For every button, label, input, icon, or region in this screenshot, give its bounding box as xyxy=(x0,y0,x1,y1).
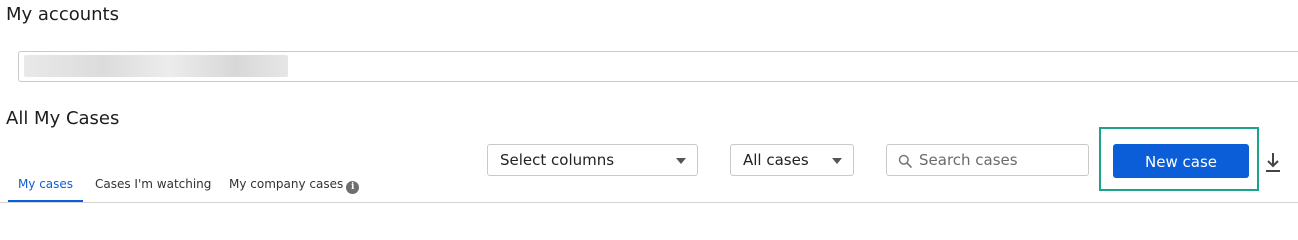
case-filter-value: All cases xyxy=(743,151,809,169)
tab-my-cases-label: My cases xyxy=(17,177,74,191)
tab-my-cases[interactable]: My cases xyxy=(8,165,83,203)
tabs-divider xyxy=(0,202,1298,203)
account-name-redacted xyxy=(24,55,288,77)
case-filter-dropdown[interactable]: All cases xyxy=(730,144,854,176)
tab-company-cases-label: My company cases xyxy=(229,177,344,191)
download-icon[interactable] xyxy=(1264,151,1282,173)
search-input[interactable] xyxy=(919,150,1079,170)
all-my-cases-title: All My Cases xyxy=(6,108,120,129)
info-icon[interactable]: i xyxy=(346,181,360,194)
chevron-down-icon xyxy=(832,158,842,164)
search-box xyxy=(886,144,1089,176)
tab-cases-watching-label: Cases I'm watching xyxy=(95,177,212,191)
search-icon xyxy=(898,154,912,168)
tab-company-cases[interactable]: My company cases i xyxy=(229,165,360,203)
chevron-down-icon xyxy=(676,158,686,164)
page: My accounts All My Cases My cases Cases … xyxy=(0,0,1298,213)
account-selector[interactable] xyxy=(18,51,1298,82)
my-accounts-title: My accounts xyxy=(6,4,119,25)
select-columns-value: Select columns xyxy=(500,151,615,169)
new-case-button[interactable]: New case xyxy=(1113,144,1249,178)
tab-cases-watching[interactable]: Cases I'm watching xyxy=(95,165,211,203)
select-columns-dropdown[interactable]: Select columns xyxy=(487,144,698,176)
